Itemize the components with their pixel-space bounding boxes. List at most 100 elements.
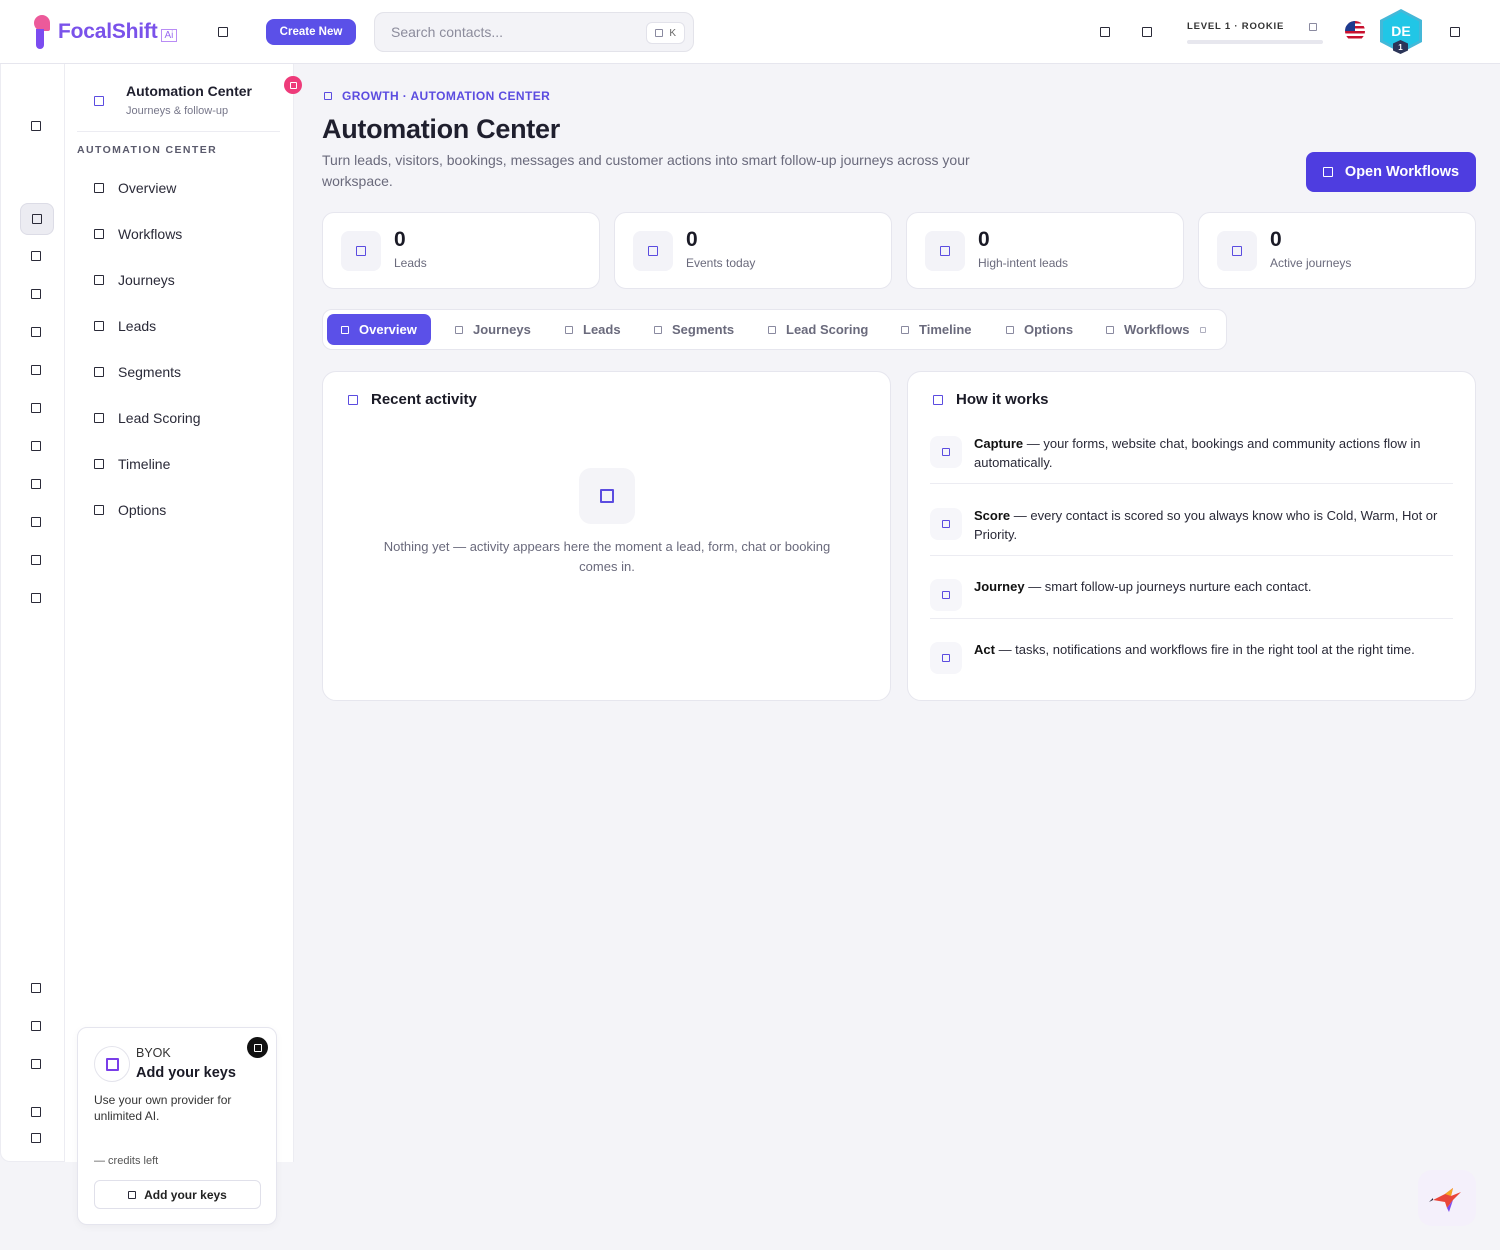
how-step-text: Capture — your forms, website chat, book… (974, 434, 1452, 472)
search-shortcut-key: K (669, 27, 676, 39)
search-shortcut: K (646, 22, 685, 44)
hummingbird-icon (1429, 1188, 1461, 1212)
rail-logout-icon[interactable] (31, 1133, 41, 1143)
search-input[interactable] (391, 24, 631, 40)
level-info-icon[interactable] (1309, 23, 1317, 31)
stat-value: 0 (1270, 228, 1282, 251)
sidebar-item-label: Lead Scoring (118, 410, 201, 426)
create-new-button[interactable]: Create New (266, 19, 356, 45)
rail-collapse-icon[interactable] (31, 1107, 41, 1117)
pin-icon (289, 81, 297, 89)
level-progress[interactable]: LEVEL 1 · ROOKIE (1187, 21, 1323, 44)
options-tab-icon (1006, 325, 1014, 334)
rail-support-icon[interactable] (31, 1021, 41, 1031)
tab-options[interactable]: Options (992, 314, 1087, 345)
section-sidebar: Automation Center Journeys & follow-up A… (65, 64, 302, 1162)
rail-theme-icon[interactable] (31, 1059, 41, 1069)
tab-label: Lead Scoring (786, 322, 869, 337)
sidebar-item-overview[interactable]: Overview (94, 178, 176, 198)
users-icon (356, 246, 366, 256)
how-step-term: Journey (974, 579, 1025, 594)
how-step-desc: — tasks, notifications and workflows fir… (994, 642, 1415, 657)
rail-settings-icon[interactable] (31, 983, 41, 993)
recent-activity-header: Recent activity (348, 391, 477, 408)
language-flag-icon[interactable] (1345, 21, 1365, 41)
segments-icon (94, 367, 104, 377)
sidebar-header: Automation Center Journeys & follow-up (77, 76, 280, 132)
sidebar-item-workflows[interactable]: Workflows (94, 224, 182, 244)
sidebar-item-label: Overview (118, 180, 177, 196)
how-step-term: Score (974, 508, 1011, 523)
lead-scoring-tab-icon (768, 325, 776, 334)
rail-automation-icon-active[interactable] (20, 203, 54, 235)
breadcrumb: GROWTH · AUTOMATION CENTER (324, 89, 550, 103)
how-step-journey: Journey — smart follow-up journeys nurtu… (930, 577, 1453, 619)
assistant-bird-icon[interactable] (1418, 1170, 1476, 1226)
capture-icon (930, 436, 962, 468)
help-icon[interactable] (1142, 27, 1152, 37)
sidebar-title: Automation Center (126, 83, 252, 99)
route-icon (1232, 246, 1242, 256)
rail-home-icon[interactable] (31, 121, 41, 131)
rail-contacts-icon[interactable] (31, 251, 41, 261)
inbox-empty-icon (600, 489, 614, 503)
rail-inbox-icon[interactable] (31, 289, 41, 299)
workflows-tab-icon (1106, 325, 1114, 334)
sidebar-item-label: Options (118, 502, 167, 518)
how-step-text: Score — every contact is scored so you a… (974, 506, 1452, 544)
app-logo[interactable]: FocalShift Ai (32, 13, 178, 51)
leads-stat-icon (341, 231, 381, 271)
tab-workflows[interactable]: Workflows (1092, 314, 1220, 345)
logo-text: FocalShift (58, 20, 158, 43)
tab-label: Journeys (473, 322, 531, 337)
how-step-text: Act — tasks, notifications and workflows… (974, 640, 1452, 659)
sidebar-item-label: Workflows (118, 226, 183, 242)
workflows-icon (94, 229, 104, 239)
byok-title: Add your keys (136, 1065, 236, 1081)
sidebar-item-options[interactable]: Options (94, 500, 166, 520)
how-step-desc: — smart follow-up journeys nurture each … (1024, 579, 1312, 594)
tab-segments[interactable]: Segments (640, 314, 748, 345)
how-it-works-title: How it works (956, 391, 1049, 408)
how-step-act: Act — tasks, notifications and workflows… (930, 640, 1453, 680)
open-workflows-button[interactable]: Open Workflows (1306, 152, 1476, 192)
rail-community-icon[interactable] (31, 441, 41, 451)
recent-activity-title: Recent activity (371, 391, 477, 408)
automation-icon (32, 214, 42, 224)
rail-payments-icon[interactable] (31, 555, 41, 565)
rail-calendar-icon[interactable] (31, 327, 41, 337)
options-icon (94, 505, 104, 515)
rail-analytics-icon[interactable] (31, 517, 41, 527)
breadcrumb-text: GROWTH · AUTOMATION CENTER (342, 89, 551, 103)
sidebar-item-journeys[interactable]: Journeys (94, 270, 175, 290)
sidebar-toggle-icon[interactable] (218, 27, 228, 37)
tab-overview[interactable]: Overview (327, 314, 431, 345)
tab-leads[interactable]: Leads (551, 314, 635, 345)
sidebar-item-segments[interactable]: Segments (94, 362, 181, 382)
rail-website-icon[interactable] (31, 479, 41, 489)
byok-card: BYOK Add your keys Use your own provider… (77, 1027, 277, 1225)
rail-apps-icon[interactable] (31, 593, 41, 603)
lead-scoring-icon (94, 413, 104, 423)
search-box[interactable]: K (374, 12, 694, 52)
add-your-keys-button[interactable]: Add your keys (94, 1180, 261, 1209)
activity-icon (648, 246, 658, 256)
leads-tab-icon (565, 325, 573, 334)
apps-menu-icon[interactable] (1450, 27, 1460, 37)
sidebar-item-timeline[interactable]: Timeline (94, 454, 170, 474)
tab-timeline[interactable]: Timeline (887, 314, 986, 345)
notifications-icon[interactable] (1100, 27, 1110, 37)
rail-chat-icon[interactable] (31, 403, 41, 413)
sidebar-item-leads[interactable]: Leads (94, 316, 156, 336)
sidebar-item-lead-scoring[interactable]: Lead Scoring (94, 408, 201, 428)
rail-forms-icon[interactable] (31, 365, 41, 375)
tab-lead-scoring[interactable]: Lead Scoring (754, 314, 882, 345)
how-step-term: Act (974, 642, 995, 657)
sidebar-pin-icon[interactable] (284, 76, 302, 94)
byok-close-button[interactable] (247, 1037, 268, 1058)
key-icon (94, 1046, 130, 1082)
byok-description: Use your own provider for unlimited AI. (94, 1093, 232, 1123)
tab-label: Segments (672, 322, 735, 337)
tab-journeys[interactable]: Journeys (441, 314, 545, 345)
page-description: Turn leads, visitors, bookings, messages… (322, 152, 970, 189)
